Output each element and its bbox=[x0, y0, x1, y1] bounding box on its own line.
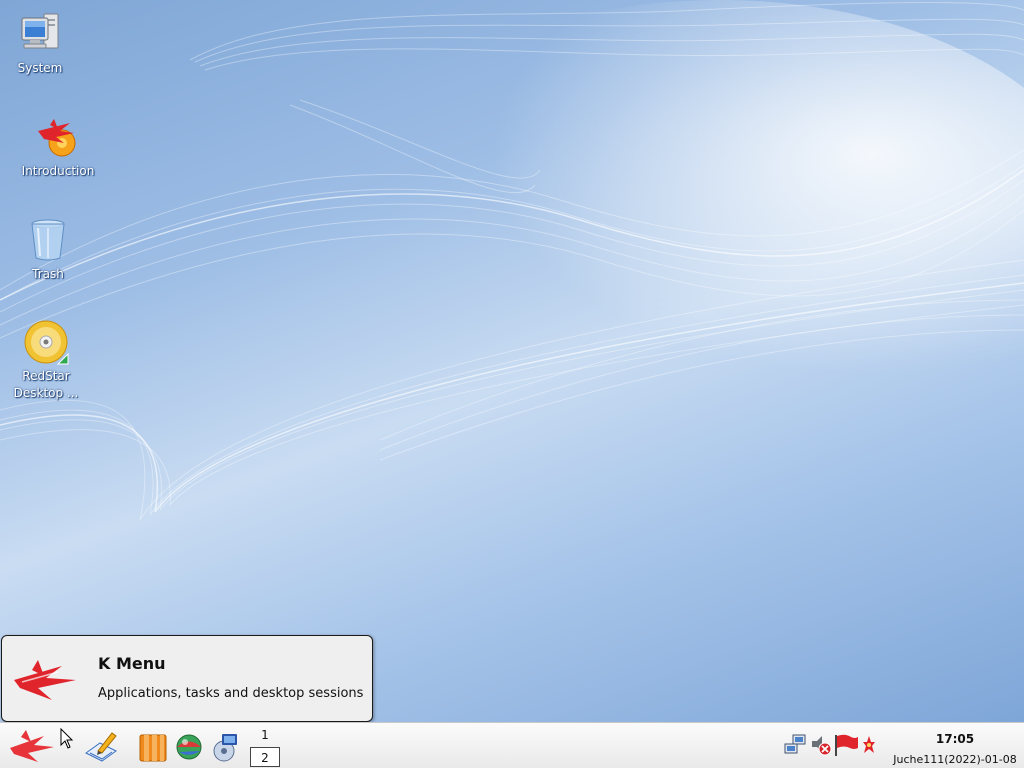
cd-rom-icon bbox=[24, 320, 69, 365]
kmenu-icon bbox=[10, 730, 54, 762]
pager-desktop-2[interactable]: 2 bbox=[250, 747, 280, 767]
clock[interactable]: 17:05 Juche111(2022)-01-08 bbox=[890, 723, 1020, 769]
flag-tray-button[interactable] bbox=[833, 733, 859, 757]
desktop-icon-label: Introduction bbox=[21, 164, 95, 178]
tooltip-description: Applications, tasks and desktop sessions bbox=[98, 686, 364, 701]
volume-muted-icon bbox=[812, 736, 832, 756]
desktop-icon-label: Trash bbox=[32, 267, 64, 281]
office-launcher[interactable] bbox=[137, 731, 169, 763]
kmenu-button[interactable] bbox=[8, 728, 56, 764]
text-editor-icon bbox=[85, 732, 117, 762]
media-player-launcher[interactable] bbox=[210, 731, 240, 763]
desktop-icon-label: System bbox=[17, 61, 63, 75]
network-tray-button[interactable] bbox=[784, 734, 806, 756]
trash-icon bbox=[31, 219, 65, 261]
office-icon bbox=[139, 734, 167, 762]
clock-date: Juche111(2022)-01-08 bbox=[893, 753, 1017, 766]
notification-tray-button[interactable] bbox=[861, 735, 877, 755]
mouse-cursor-icon bbox=[60, 728, 74, 749]
taskbar: 1 2 17:05 Juche111(2022)-01-08 bbox=[0, 722, 1024, 768]
tooltip-title: K Menu bbox=[98, 654, 166, 673]
media-player-icon bbox=[213, 734, 237, 762]
redstar-logo-icon bbox=[14, 660, 76, 700]
notification-icon bbox=[863, 736, 875, 753]
volume-tray-button[interactable] bbox=[809, 733, 833, 757]
wallpaper bbox=[0, 0, 1024, 521]
desktop-icon-system[interactable]: System bbox=[0, 10, 88, 77]
desktop-icon-redstar-desktop[interactable]: RedStar Desktop ... bbox=[0, 318, 94, 402]
desktop-icon-introduction[interactable]: Introduction bbox=[10, 113, 106, 180]
introduction-icon bbox=[38, 119, 76, 157]
flag-icon bbox=[835, 734, 858, 756]
kmenu-tooltip: K Menu Applications, tasks and desktop s… bbox=[1, 635, 373, 722]
desktop-icon-trash[interactable]: Trash bbox=[0, 216, 96, 283]
network-icon bbox=[784, 734, 806, 754]
desktop[interactable]: System Introduction Trash RedStar Deskto… bbox=[0, 0, 1024, 722]
desktop-icon-label: RedStar Desktop ... bbox=[13, 369, 79, 400]
clock-time: 17:05 bbox=[935, 732, 975, 746]
web-browser-icon bbox=[176, 734, 202, 760]
pager-desktop-1[interactable]: 1 bbox=[250, 725, 280, 745]
virtual-desktop-pager[interactable]: 1 2 bbox=[250, 724, 282, 768]
text-editor-launcher[interactable] bbox=[84, 731, 118, 763]
web-browser-launcher[interactable] bbox=[174, 732, 204, 762]
computer-icon bbox=[21, 13, 59, 49]
